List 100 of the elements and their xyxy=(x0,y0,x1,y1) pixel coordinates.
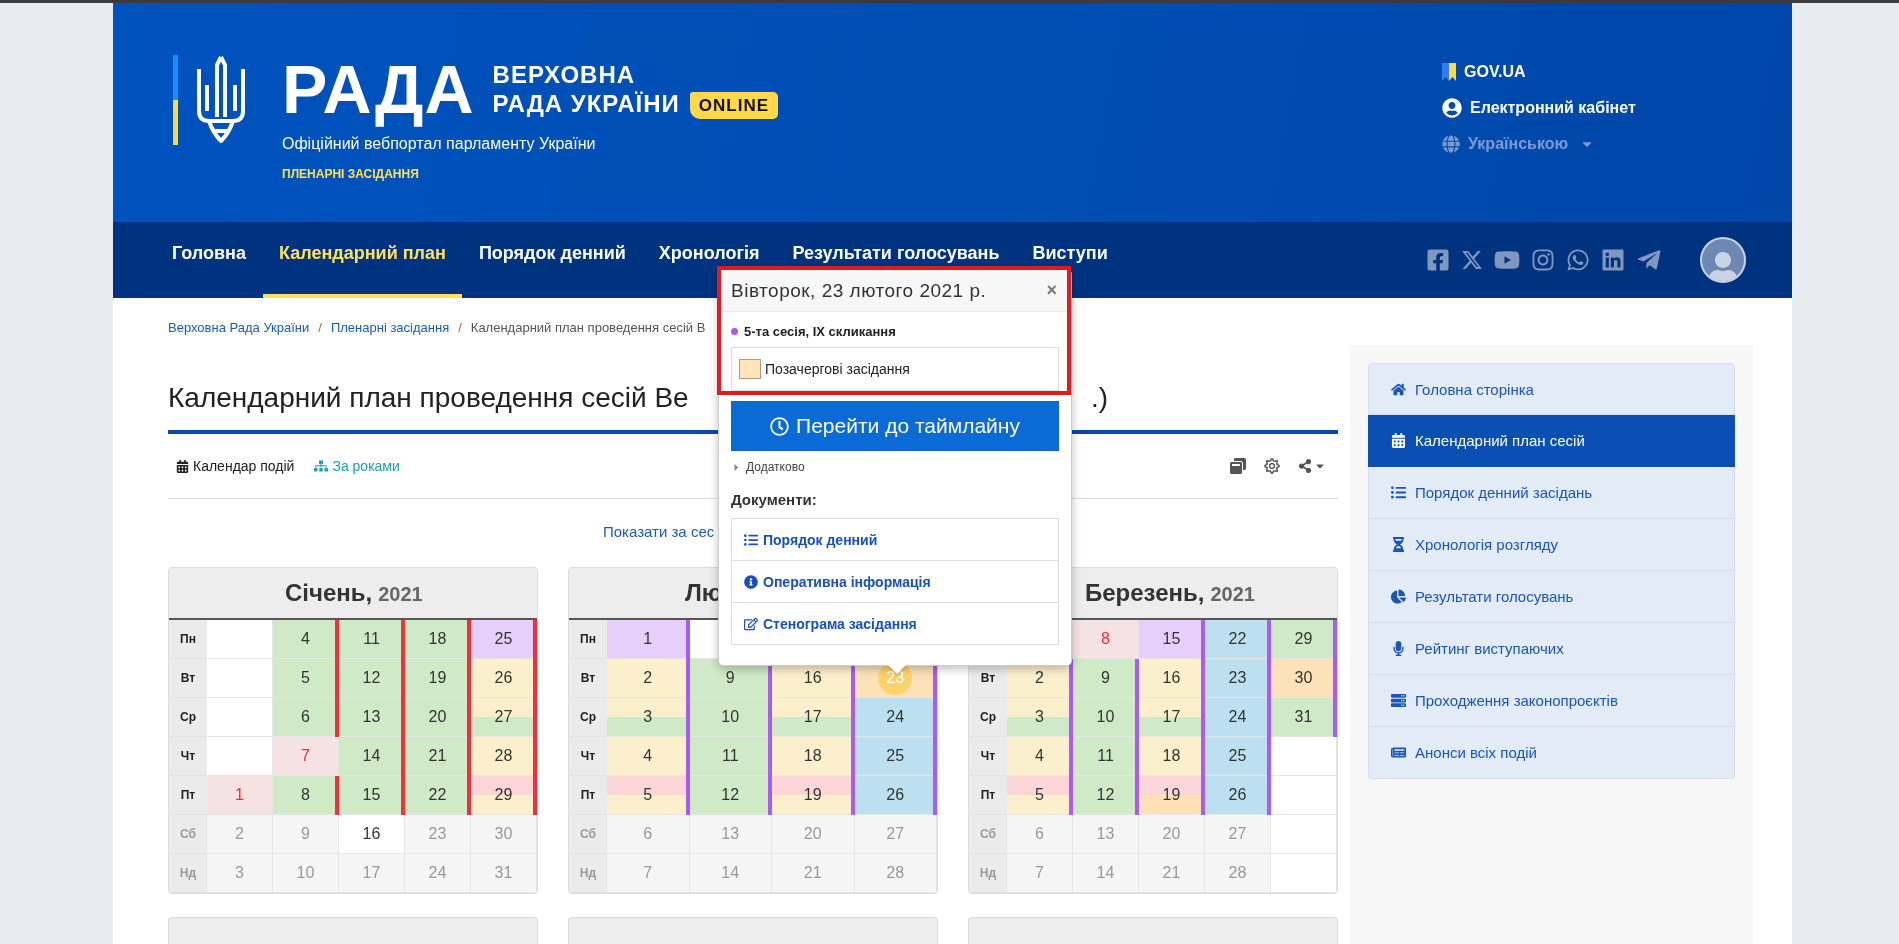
sidebar-item[interactable]: Результати голосувань xyxy=(1368,571,1735,623)
calendar-day[interactable]: 11 xyxy=(689,737,772,776)
calendar-day[interactable]: 5 xyxy=(607,776,690,815)
calendar-day[interactable]: 21 xyxy=(405,737,471,776)
calendar-day[interactable]: 31 xyxy=(1271,698,1337,737)
calendar-day[interactable]: 15 xyxy=(1139,620,1205,659)
calendar-day[interactable]: 12 xyxy=(339,659,405,698)
document-link[interactable]: Оперативна інформація xyxy=(732,560,1058,602)
calendar-day[interactable]: 25 xyxy=(854,737,937,776)
weekday-label: Нд xyxy=(169,854,207,893)
close-button[interactable]: × xyxy=(1044,280,1059,301)
calendar-day[interactable]: 5 xyxy=(273,659,339,698)
calendar-day[interactable]: 26 xyxy=(1205,776,1271,815)
show-by-session-link[interactable]: Показати за сес xyxy=(603,523,715,540)
calendar-view-link[interactable]: Календар подій xyxy=(176,458,295,474)
logo-title: РАДА УКРАЇНИ xyxy=(492,89,680,118)
calendar-day[interactable]: 17 xyxy=(1139,698,1205,737)
calendar-day[interactable]: 16 xyxy=(339,815,405,854)
calendar-day[interactable]: 11 xyxy=(339,620,405,659)
instagram-icon[interactable] xyxy=(1531,248,1555,272)
calendar-day[interactable]: 4 xyxy=(273,620,339,659)
calendar-day[interactable]: 19 xyxy=(772,776,855,815)
linkedin-icon[interactable] xyxy=(1601,248,1625,272)
calendar-day[interactable]: 18 xyxy=(1139,737,1205,776)
sidebar-item[interactable]: Головна сторінка xyxy=(1368,363,1735,415)
whatsapp-icon[interactable] xyxy=(1566,248,1590,272)
calendar-day[interactable]: 26 xyxy=(854,776,937,815)
calendar-day[interactable]: 10 xyxy=(689,698,772,737)
calendar-day[interactable]: 25 xyxy=(471,620,537,659)
hourglass-icon xyxy=(1391,537,1406,552)
calendar-day[interactable]: 18 xyxy=(772,737,855,776)
calendar-day[interactable]: 3 xyxy=(607,698,690,737)
calendar-day[interactable]: 4 xyxy=(1007,737,1073,776)
calendar-day[interactable]: 16 xyxy=(1139,659,1205,698)
calendar-day[interactable]: 11 xyxy=(1073,737,1139,776)
header-link[interactable]: GOV.UA xyxy=(1442,63,1526,81)
calendar-day[interactable]: 20 xyxy=(405,698,471,737)
x-icon[interactable] xyxy=(1461,249,1483,271)
sidebar-item[interactable]: Рейтинг виступаючих xyxy=(1368,623,1735,675)
document-link[interactable]: Стенограма засідання xyxy=(732,602,1058,644)
calendar-icon xyxy=(176,459,189,473)
calendar-day[interactable]: 24 xyxy=(1205,698,1271,737)
calendar-day[interactable]: 29 xyxy=(471,776,537,815)
weekday-label: Вт xyxy=(169,659,207,698)
avatar[interactable] xyxy=(1700,237,1746,283)
calendar-day[interactable]: 22 xyxy=(405,776,471,815)
calendar-day[interactable]: 4 xyxy=(607,737,690,776)
calendar-day[interactable]: 15 xyxy=(339,776,405,815)
nav-tab[interactable]: Порядок денний xyxy=(462,222,642,298)
calendar-day[interactable]: 27 xyxy=(471,698,537,737)
calendar-day[interactable]: 6 xyxy=(273,698,339,737)
calendar-day[interactable]: 18 xyxy=(405,620,471,659)
nav-tab[interactable]: Головна xyxy=(156,222,262,298)
sidebar-item[interactable]: Порядок денний засідань xyxy=(1368,467,1735,519)
calendar-day[interactable]: 2 xyxy=(607,659,690,698)
calendar-day[interactable]: 12 xyxy=(1073,776,1139,815)
header-link[interactable]: Електронний кабінет xyxy=(1442,98,1636,118)
calendar-day[interactable]: 24 xyxy=(854,698,937,737)
calendar-day[interactable]: 26 xyxy=(471,659,537,698)
sidebar-item[interactable]: Календарний план сесій xyxy=(1368,415,1735,467)
calendar-day[interactable]: 8 xyxy=(1073,620,1139,659)
calendar-day[interactable]: 13 xyxy=(339,698,405,737)
calendar-day[interactable]: 8 xyxy=(273,776,339,815)
share-icon[interactable] xyxy=(1298,459,1312,473)
settings-icon[interactable] xyxy=(1264,458,1280,474)
calendar-day[interactable]: 28 xyxy=(471,737,537,776)
weekday-label: Ср xyxy=(969,698,1007,737)
calendar-day[interactable]: 3 xyxy=(1007,698,1073,737)
calendar-day[interactable]: 30 xyxy=(1271,659,1337,698)
calendar-day[interactable]: 22 xyxy=(1205,620,1271,659)
breadcrumb-link[interactable]: Верховна Рада України xyxy=(168,320,310,335)
weekday-label: Чт xyxy=(969,737,1007,776)
window-restore-icon[interactable] xyxy=(1230,458,1246,474)
nav-tab[interactable]: Календарний план xyxy=(263,222,462,298)
calendar-day[interactable]: 17 xyxy=(772,698,855,737)
calendar-day[interactable]: 19 xyxy=(1139,776,1205,815)
session-label: 5-та сесія, IX скликання xyxy=(744,324,896,339)
document-link[interactable]: Порядок денний xyxy=(732,519,1058,560)
calendar-day[interactable]: 1 xyxy=(607,620,690,659)
sidebar-item[interactable]: Анонси всіх подій xyxy=(1368,727,1735,779)
calendar-day[interactable]: 12 xyxy=(689,776,772,815)
more-toggle[interactable]: Додатково xyxy=(731,460,805,474)
weekday-label: Нд xyxy=(569,854,607,893)
calendar-day[interactable]: 29 xyxy=(1271,620,1337,659)
legend-label: Позачергові засідання xyxy=(765,361,910,377)
calendar-day[interactable]: 14 xyxy=(339,737,405,776)
calendar-day[interactable]: 23 xyxy=(1205,659,1271,698)
breadcrumb-link[interactable]: Пленарні засідання xyxy=(330,320,450,335)
calendar-day[interactable]: 9 xyxy=(1073,659,1139,698)
facebook-icon[interactable] xyxy=(1426,248,1450,272)
weekday-label: Пт xyxy=(169,776,207,815)
calendar-day[interactable]: 10 xyxy=(1073,698,1139,737)
timeline-button[interactable]: Перейти до таймлайну xyxy=(731,401,1059,451)
edit-icon xyxy=(744,616,758,631)
calendar-day[interactable]: 25 xyxy=(1205,737,1271,776)
calendar-day[interactable]: 5 xyxy=(1007,776,1073,815)
sidebar-item[interactable]: Хронологія розгляду xyxy=(1368,519,1735,571)
sidebar-item[interactable]: Проходження законопроєктів xyxy=(1368,675,1735,727)
calendar-day[interactable]: 19 xyxy=(405,659,471,698)
weekday-label: Чт xyxy=(569,737,607,776)
